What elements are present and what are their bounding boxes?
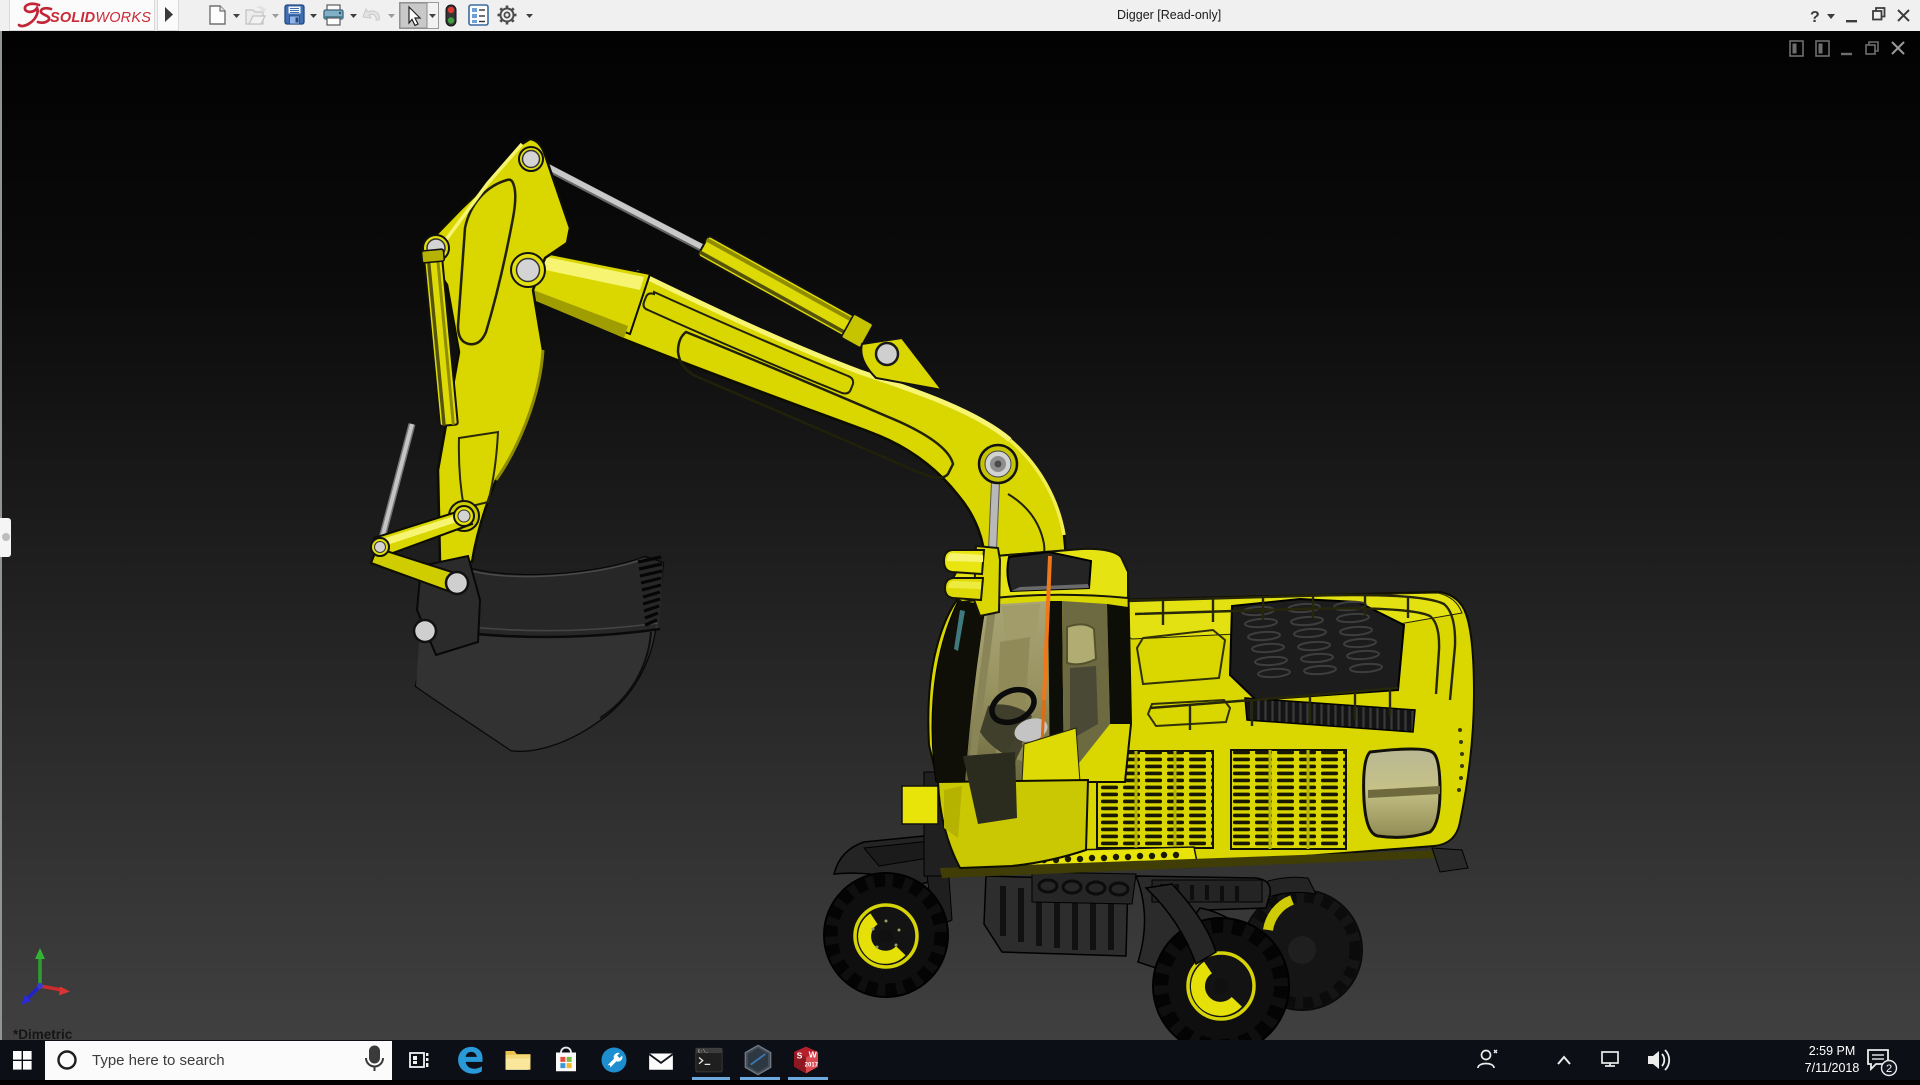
svg-text:C:\_: C:\_	[698, 1050, 709, 1055]
svg-text:2: 2	[1886, 1063, 1892, 1075]
svg-text:S: S	[797, 1051, 803, 1061]
svg-text:?: ?	[1810, 9, 1820, 26]
svg-text:W: W	[809, 1049, 818, 1059]
svg-text:2017: 2017	[805, 1063, 819, 1069]
